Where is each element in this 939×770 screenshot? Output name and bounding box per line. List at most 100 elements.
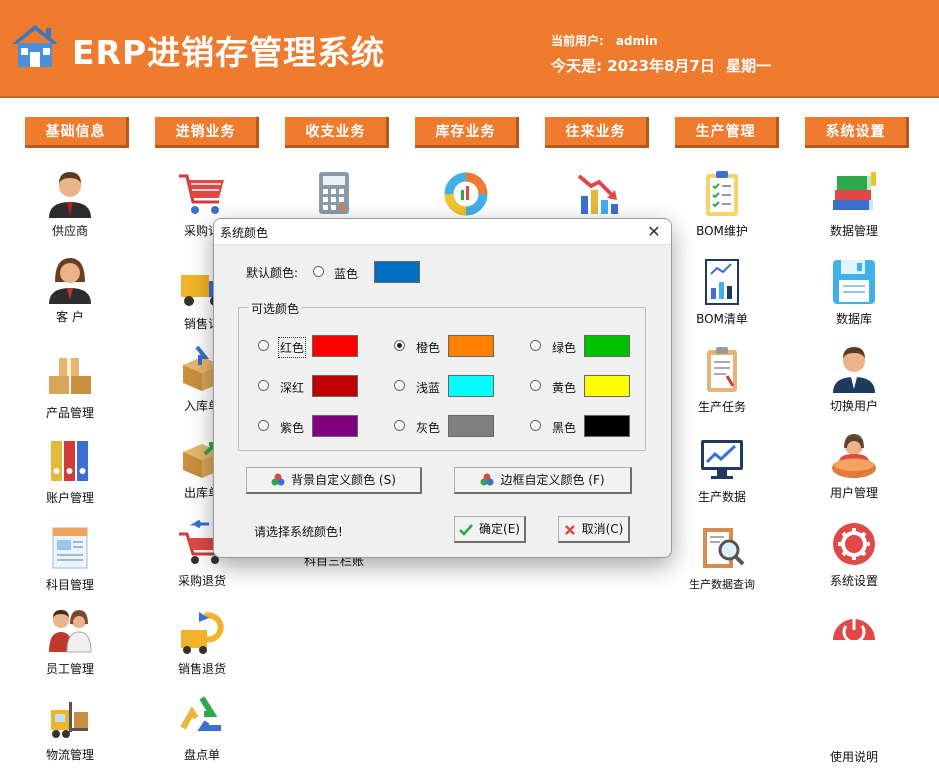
radio-color-option[interactable] <box>394 340 405 351</box>
ok-button[interactable]: 确定(E) <box>454 516 526 543</box>
color-option-label: 绿色 <box>552 341 577 355</box>
item-data-management[interactable]: 数据管理 <box>804 170 904 239</box>
item-label: BOM清单 <box>696 312 748 326</box>
tab-basic-info[interactable]: 基础信息 <box>25 117 129 148</box>
tab-income-expense[interactable]: 收支业务 <box>285 117 389 148</box>
item-inventory-chart[interactable] <box>416 170 516 218</box>
button-label: 确定(E) <box>479 522 520 536</box>
donut-chart-icon <box>444 172 488 216</box>
item-supplier[interactable]: 供应商 <box>20 170 120 239</box>
item-employee-management[interactable]: 员工管理 <box>20 608 120 677</box>
header-bar: ERP进销存管理系统 当前用户: admin 今天是: 2023年8月7日 星期一 <box>0 0 939 98</box>
item-label: BOM维护 <box>696 224 748 238</box>
power-icon <box>833 618 875 640</box>
floppy-disk-icon <box>833 260 875 304</box>
radio-color-option[interactable] <box>394 420 405 431</box>
radio-default-blue[interactable] <box>313 266 324 277</box>
erp-main-window: ERP进销存管理系统 当前用户: admin 今天是: 2023年8月7日 星期一… <box>0 0 939 770</box>
color-option-label: 灰色 <box>416 421 441 435</box>
current-user: 当前用户: admin <box>551 32 658 49</box>
cancel-button[interactable]: 取消(C) <box>558 516 630 543</box>
color-swatch[interactable] <box>584 375 630 397</box>
radio-color-option[interactable] <box>530 420 541 431</box>
item-label: 生产数据 <box>697 490 746 504</box>
item-label: 供应商 <box>51 224 88 238</box>
search-document-icon <box>703 528 745 568</box>
item-customer[interactable]: 客 户 <box>20 256 120 325</box>
item-label: 产品管理 <box>45 406 94 420</box>
clipboard-icon <box>707 347 737 392</box>
color-swatch[interactable] <box>312 375 358 397</box>
item-subject-management[interactable]: 科目管理 <box>20 524 120 593</box>
item-accounts-chart[interactable] <box>548 170 648 218</box>
tab-system-settings[interactable]: 系统设置 <box>805 117 909 148</box>
color-option-label: 紫色 <box>280 421 305 435</box>
tab-inventory[interactable]: 库存业务 <box>415 117 519 148</box>
item-switch-user[interactable]: 切换用户 <box>804 345 904 414</box>
radio-color-option[interactable] <box>258 380 269 391</box>
report-chart-icon <box>705 259 739 305</box>
item-database[interactable]: 数据库 <box>804 258 904 327</box>
bg-custom-color-button[interactable]: 背景自定义颜色 (S) <box>246 467 422 494</box>
bar-decline-icon <box>577 174 618 214</box>
color-swatch[interactable] <box>584 335 630 357</box>
hint-text: 请选择系统颜色! <box>254 525 343 539</box>
default-option-label: 蓝色 <box>334 267 359 281</box>
user-name: admin <box>615 34 658 48</box>
date-text: 今天是: 2023年8月7日 <box>551 57 715 75</box>
item-label: 销售退货 <box>177 662 226 676</box>
color-swatch[interactable] <box>584 415 630 437</box>
tab-sales-purchase[interactable]: 进销业务 <box>155 117 259 148</box>
item-help[interactable]: 使用说明 <box>804 744 904 765</box>
person-woman-icon <box>49 258 91 304</box>
item-logistics-management[interactable]: 物流管理 <box>20 694 120 763</box>
default-color-swatch[interactable] <box>374 261 420 283</box>
check-icon <box>459 524 473 536</box>
recycle-icon <box>180 696 221 731</box>
color-swatch[interactable] <box>312 335 358 357</box>
tab-accounts[interactable]: 往来业务 <box>545 117 649 148</box>
color-option-label: 橙色 <box>416 341 441 355</box>
item-exit[interactable] <box>804 606 904 640</box>
item-calculator[interactable] <box>284 170 384 218</box>
item-user-management[interactable]: 用户管理 <box>804 432 904 501</box>
item-production-query[interactable]: 生产数据查询 <box>672 524 772 592</box>
user-switch-icon <box>833 347 875 393</box>
item-production-task[interactable]: 生产任务 <box>672 346 772 415</box>
item-label: 系统设置 <box>829 574 878 588</box>
document-icon <box>52 527 88 569</box>
people-icon <box>49 610 92 653</box>
color-option-label: 浅蓝 <box>416 381 441 395</box>
item-sales-return[interactable]: 销售退货 <box>152 608 252 677</box>
radio-color-option[interactable] <box>394 380 405 391</box>
item-bom-list[interactable]: BOM清单 <box>672 258 772 327</box>
item-label: 数据管理 <box>829 224 878 238</box>
close-icon[interactable]: ✕ <box>643 221 665 243</box>
color-circles-icon <box>480 473 494 486</box>
item-system-settings[interactable]: 系统设置 <box>804 520 904 589</box>
radio-color-option[interactable] <box>530 340 541 351</box>
item-stocktake[interactable]: 盘点单 <box>152 694 252 763</box>
item-bom-maintain[interactable]: BOM维护 <box>672 170 772 239</box>
item-production-data[interactable]: 生产数据 <box>672 436 772 505</box>
radio-color-option[interactable] <box>258 340 269 351</box>
color-swatch[interactable] <box>448 335 494 357</box>
color-swatch[interactable] <box>312 415 358 437</box>
dialog-title: 系统颜色 <box>220 226 269 240</box>
color-option-label: 红色 <box>277 337 307 358</box>
item-product-management[interactable]: 产品管理 <box>20 352 120 421</box>
color-swatch[interactable] <box>448 415 494 437</box>
calculator-icon <box>319 172 349 214</box>
border-custom-color-button[interactable]: 边框自定义颜色 (F) <box>454 467 632 494</box>
button-label: 取消(C) <box>581 522 624 536</box>
item-label: 采购退货 <box>177 574 226 588</box>
item-account-management[interactable]: 账户管理 <box>20 437 120 506</box>
radio-color-option[interactable] <box>258 420 269 431</box>
radio-color-option[interactable] <box>530 380 541 391</box>
home-icon <box>12 25 58 67</box>
color-swatch[interactable] <box>448 375 494 397</box>
shopping-cart-icon <box>179 174 224 214</box>
tab-production[interactable]: 生产管理 <box>675 117 779 148</box>
button-label: 背景自定义颜色 (S) <box>291 473 396 487</box>
button-label: 边框自定义颜色 (F) <box>500 473 605 487</box>
